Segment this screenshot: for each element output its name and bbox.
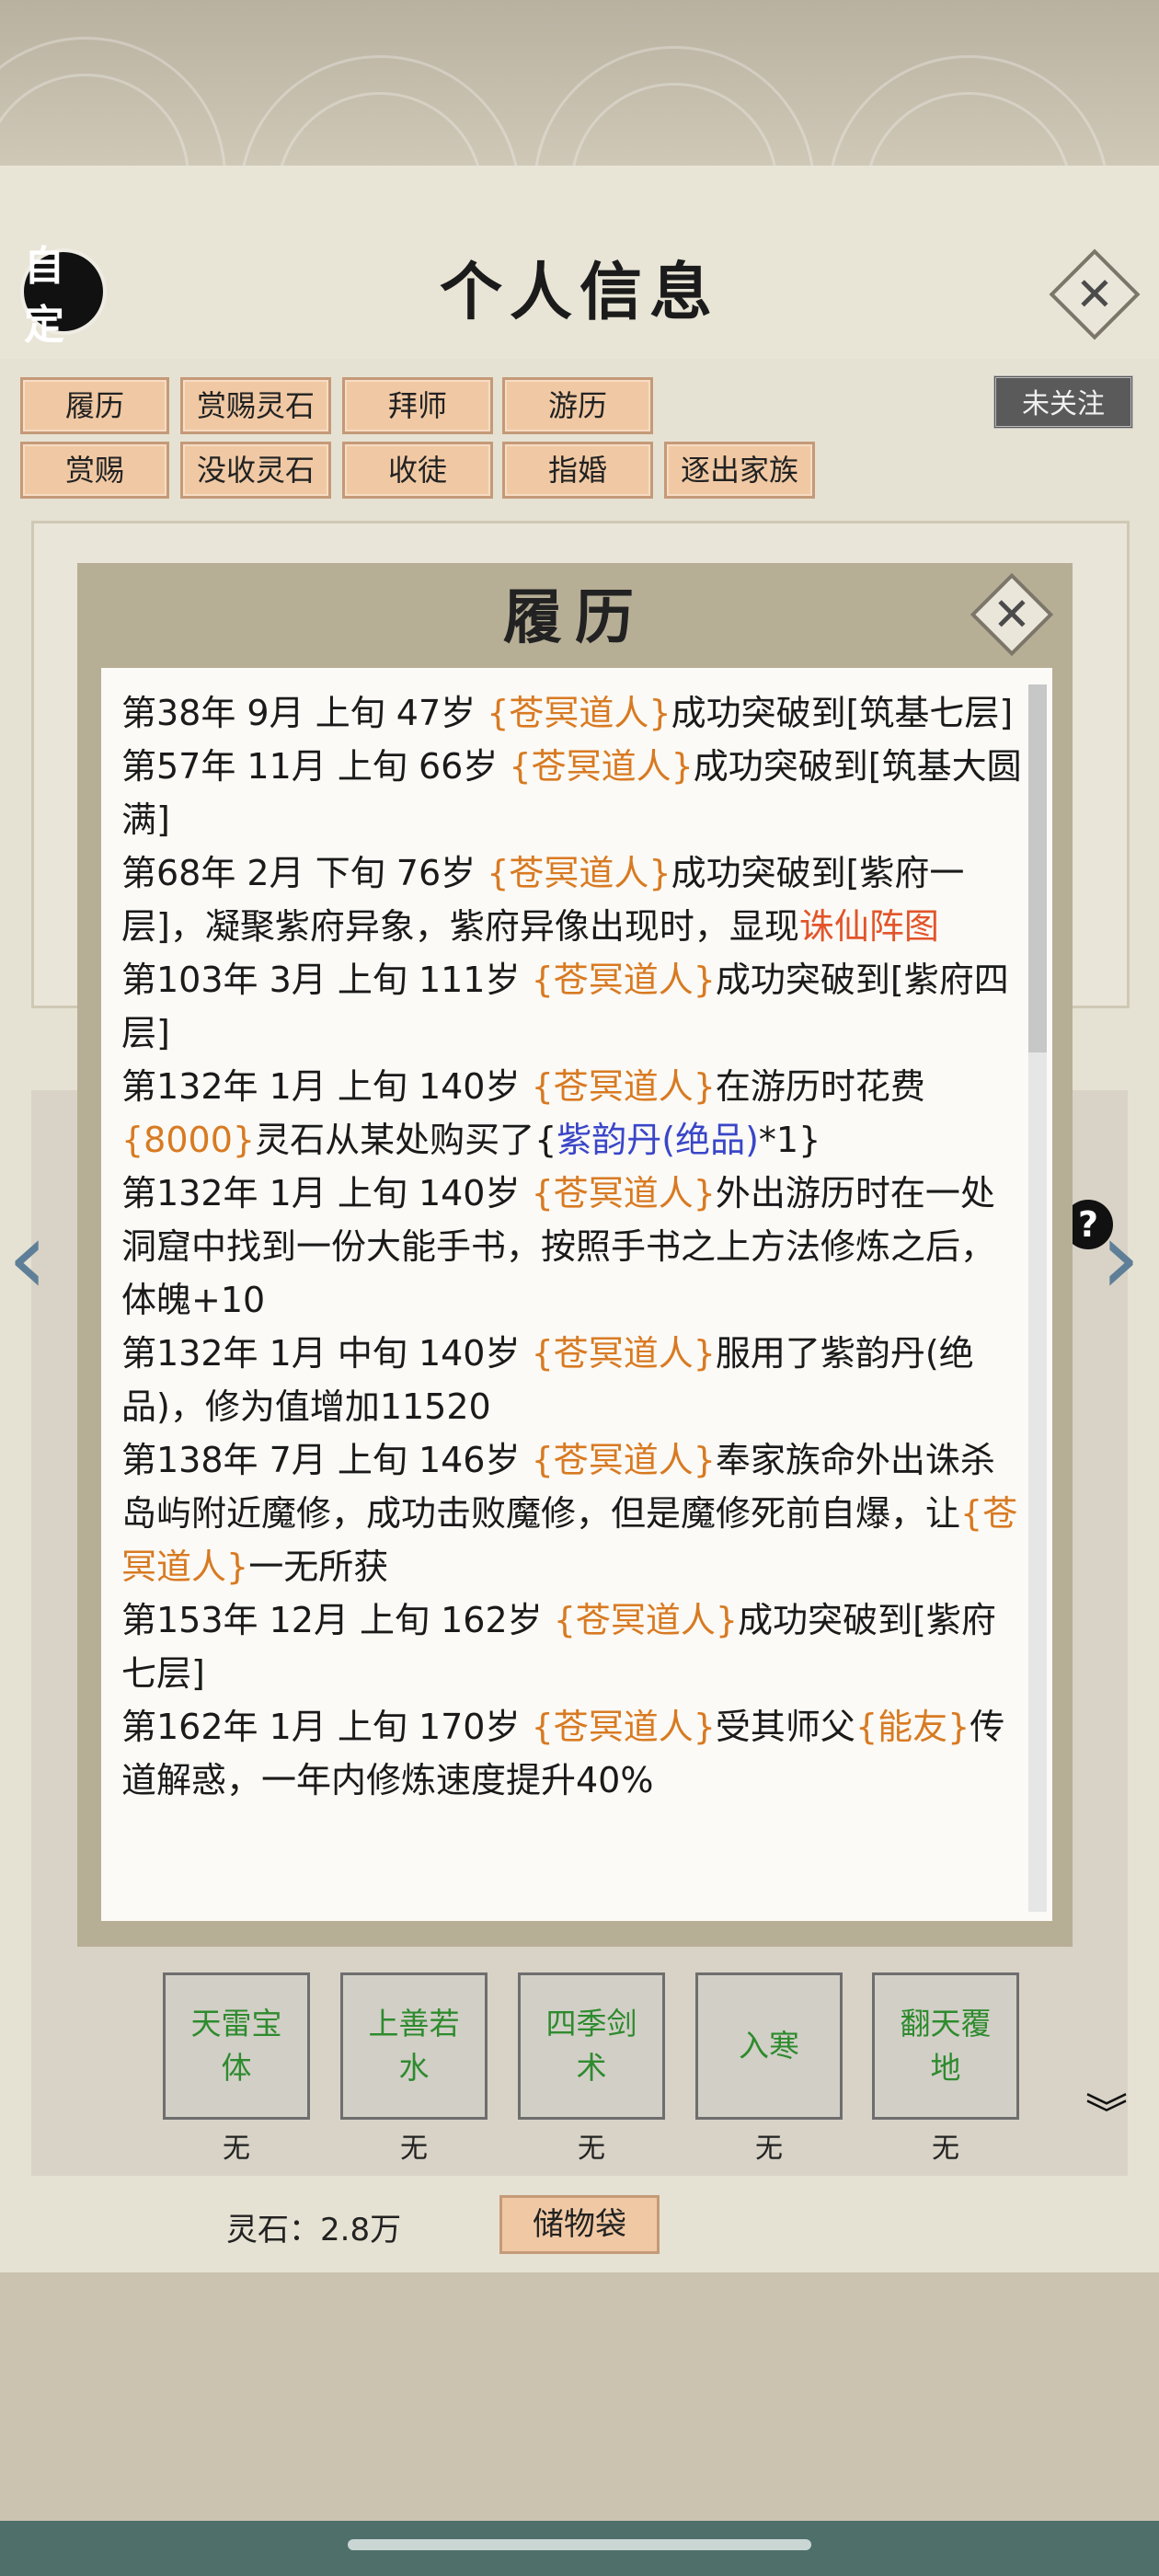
confiscate-spirit-stone-button[interactable]: 没收灵石: [180, 442, 331, 499]
log-text: 第162年 1月 上旬 170岁: [121, 1707, 532, 1747]
log-text: 灵石从某处购买了{: [255, 1120, 557, 1160]
skill-value: 无: [578, 2133, 605, 2165]
history-log-list: 第38年 9月 上旬 47岁 {苍冥道人}成功突破到[筑基七层] 第57年 11月…: [121, 686, 1025, 1807]
highlighted-text: {苍冥道人}: [487, 693, 671, 733]
history-log-entry: 第38年 9月 上旬 47岁 {苍冥道人}成功突破到[筑基七层]: [121, 686, 1025, 740]
skill-value: 无: [755, 2133, 783, 2165]
take-disciple-button[interactable]: 收徒: [342, 442, 493, 499]
log-text: 第132年 1月 上旬 140岁: [121, 1066, 532, 1107]
history-log-entry: 第68年 2月 下旬 76岁 {苍冥道人}成功突破到[紫府一层]，凝聚紫府异象，…: [121, 846, 1025, 953]
highlighted-text: 紫韵丹(绝品): [557, 1120, 759, 1160]
storage-bag-button[interactable]: 储物袋: [499, 2195, 660, 2254]
follow-button[interactable]: 未关注: [993, 375, 1133, 429]
history-log-entry: 第103年 3月 上旬 111岁 {苍冥道人}成功突破到[紫府四层]: [121, 953, 1025, 1060]
highlighted-text: {苍冥道人}: [509, 746, 694, 787]
history-log-entry: 第132年 1月 上旬 140岁 {苍冥道人}在游历时花费 {8000}灵石从某处…: [121, 1060, 1025, 1167]
highlighted-text: {苍冥道人}: [553, 1600, 739, 1640]
skill-value: 无: [223, 2133, 250, 2165]
log-text: 第153年 12月 上旬 162岁: [121, 1600, 554, 1640]
log-text: 第132年 1月 上旬 140岁: [121, 1173, 532, 1213]
highlighted-text: {能友}: [855, 1707, 970, 1747]
history-button[interactable]: 履历: [20, 377, 169, 434]
highlighted-text: {苍冥道人}: [531, 1066, 716, 1107]
history-log-entry: 第132年 1月 上旬 140岁 {苍冥道人}外出游历时在一处洞窟中找到一份大能…: [121, 1167, 1025, 1327]
skill-slot[interactable]: 翻天覆地: [872, 1972, 1019, 2120]
skill-slot[interactable]: 四季剑术: [518, 1972, 665, 2120]
skill-value: 无: [400, 2133, 428, 2165]
skill-value: 无: [932, 2133, 959, 2165]
custom-avatar-button[interactable]: 自定: [20, 243, 107, 349]
reward-button[interactable]: 赏赐: [20, 442, 169, 499]
modal-title: 履历: [503, 583, 647, 652]
log-text: 成功突破到[筑基七层]: [671, 693, 1014, 733]
footer-area: [0, 2272, 1159, 2521]
left-arrow-icon[interactable]: ‹: [7, 1207, 48, 1308]
log-text: 第132年 1月 中旬 140岁: [121, 1333, 532, 1374]
expel-from-family-button[interactable]: 逐出家族: [664, 442, 815, 499]
top-banner: [0, 0, 1159, 166]
history-log-entry: 第138年 7月 上旬 146岁 {苍冥道人}奉家族命外出诛杀岛屿附近魔修，成功…: [121, 1433, 1025, 1593]
skill-slot[interactable]: 天雷宝体: [163, 1972, 310, 2120]
log-text: 一无所获: [248, 1547, 389, 1587]
highlighted-text: {苍冥道人}: [531, 1333, 716, 1374]
history-log-entry: 第57年 11月 上旬 66岁 {苍冥道人}成功突破到[筑基大圆满]: [121, 740, 1025, 846]
highlighted-text: {苍冥道人}: [487, 853, 671, 893]
log-text: 第68年 2月 下旬 76岁: [121, 853, 488, 893]
home-indicator[interactable]: [348, 2539, 811, 2550]
scrollbar-thumb[interactable]: [1028, 684, 1047, 1052]
log-text: 在游历时花费: [715, 1066, 925, 1107]
log-text: *1}: [758, 1120, 821, 1160]
history-log-entry: 第162年 1月 上旬 170岁 {苍冥道人}受其师父{能友}传道解惑，一年内修…: [121, 1700, 1025, 1807]
log-text: 受其师父: [715, 1707, 855, 1747]
highlighted-text: 诛仙阵图: [798, 906, 939, 947]
skill-slot[interactable]: 上善若水: [340, 1972, 488, 2120]
highlighted-text: {苍冥道人}: [531, 960, 716, 1000]
highlighted-text: {苍冥道人}: [531, 1173, 716, 1213]
log-text: 第38年 9月 上旬 47岁: [121, 693, 488, 733]
log-text: 第138年 7月 上旬 146岁: [121, 1440, 532, 1480]
log-text: 第57年 11月 上旬 66岁: [121, 746, 510, 787]
travel-button[interactable]: 游历: [502, 377, 653, 434]
history-log-entry: 第132年 1月 中旬 140岁 {苍冥道人}服用了紫韵丹(绝品)，修为值增加1…: [121, 1327, 1025, 1433]
close-icon: ✕: [1075, 268, 1114, 321]
arrange-marriage-button[interactable]: 指婚: [502, 442, 653, 499]
reward-spirit-stone-button[interactable]: 赏赐灵石: [180, 377, 331, 434]
highlighted-text: {苍冥道人}: [531, 1440, 716, 1480]
log-text: 第103年 3月 上旬 111岁: [121, 960, 532, 1000]
chevron-down-icon[interactable]: ︾: [1085, 2093, 1128, 2135]
highlighted-text: {8000}: [121, 1120, 256, 1160]
skill-slot[interactable]: 入寒: [695, 1972, 843, 2120]
apprentice-to-master-button[interactable]: 拜师: [342, 377, 493, 434]
spirit-stone-balance: 灵石：2.8万: [226, 2212, 402, 2248]
highlighted-text: {苍冥道人}: [531, 1707, 716, 1747]
close-icon: ✕: [993, 588, 1031, 641]
history-log-panel: 第38年 9月 上旬 47岁 {苍冥道人}成功突破到[筑基七层] 第57年 11月…: [101, 668, 1052, 1921]
history-log-entry: 第153年 12月 上旬 162岁 {苍冥道人}成功突破到[紫府七层]: [121, 1593, 1025, 1700]
page-title: 个人信息: [439, 256, 719, 329]
